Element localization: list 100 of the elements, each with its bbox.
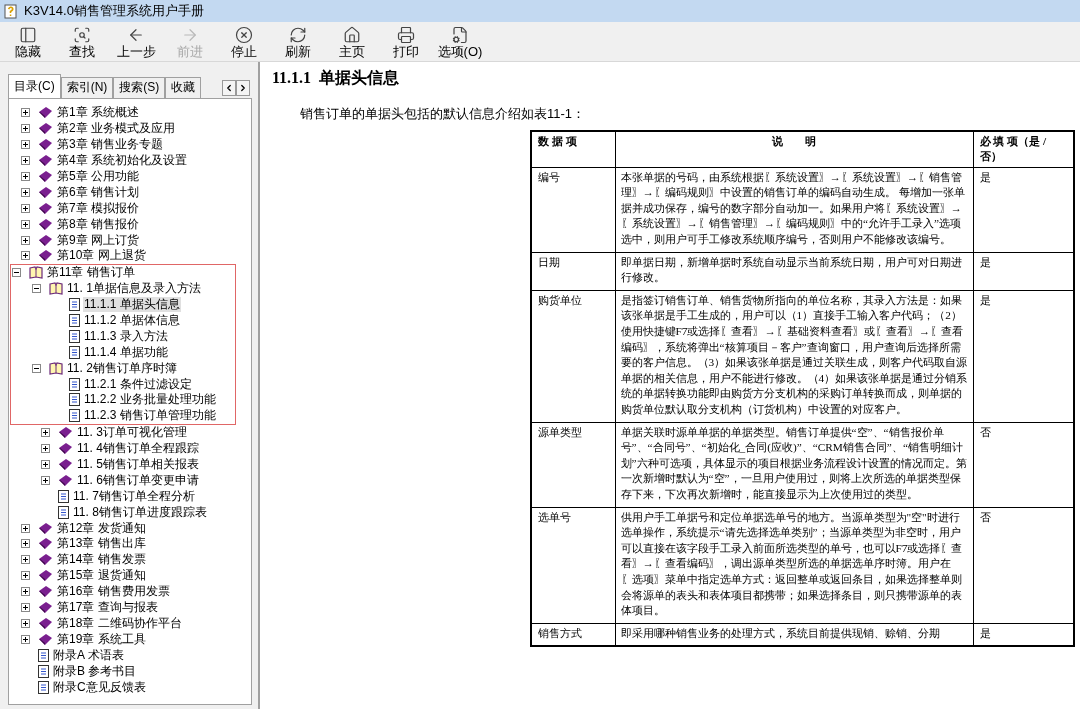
expand-icon[interactable] — [41, 444, 50, 454]
book-icon — [58, 442, 73, 456]
expand-icon[interactable] — [21, 555, 30, 565]
panel-icon — [19, 26, 37, 44]
section-number: 11.1.1 — [272, 68, 312, 88]
expand-icon[interactable] — [21, 523, 30, 533]
tree-item[interactable]: 11.1.2 单据体信息 — [83, 313, 181, 328]
toolbar-button[interactable]: 停止 — [217, 23, 271, 61]
tab-scroll-left[interactable] — [222, 80, 236, 96]
book-icon — [58, 426, 73, 440]
tree-item[interactable]: 第12章 发货通知 — [56, 520, 147, 536]
nav-tab[interactable]: 搜索(S) — [113, 77, 166, 98]
page-icon — [69, 409, 80, 423]
tree-item[interactable]: 第3章 销售业务专题 — [56, 137, 164, 153]
tree-item[interactable]: 11. 6销售订单变更申请 — [76, 472, 200, 488]
tree-item[interactable]: 11.2.3 销售订单管理功能 — [83, 408, 217, 424]
nav-tab[interactable]: 收藏 — [165, 77, 202, 98]
book-icon — [58, 458, 73, 472]
tree-item[interactable]: 第4章 系统初始化及设置 — [56, 153, 188, 169]
expand-icon[interactable] — [41, 428, 50, 438]
expand-icon[interactable] — [41, 475, 50, 485]
tree-item[interactable]: 第14章 销售发票 — [56, 552, 147, 568]
toolbar-button[interactable]: 刷新 — [271, 23, 325, 61]
expand-icon[interactable] — [21, 618, 30, 628]
tree-item[interactable]: 第13章 销售出库 — [56, 536, 147, 552]
toolbar-button[interactable]: 隐藏 — [1, 23, 55, 61]
toolbar-button[interactable]: 选项(O) — [433, 23, 487, 61]
search-icon — [73, 26, 91, 44]
page-icon — [69, 298, 80, 312]
expand-icon[interactable] — [21, 539, 30, 549]
tree-item[interactable]: 第16章 销售费用发票 — [56, 584, 171, 600]
collapse-icon[interactable] — [32, 363, 41, 373]
book-icon — [38, 521, 53, 535]
table-cell: 购货单位 — [531, 290, 615, 423]
tree-item[interactable]: 第2章 业务模式及应用 — [56, 121, 176, 137]
open-book-icon — [29, 266, 43, 280]
tree-item[interactable]: 附录B 参考书目 — [52, 663, 138, 679]
open-book-icon — [49, 282, 63, 296]
window-title: K3V14.0销售管理系统用户手册 — [24, 2, 204, 21]
tree-item[interactable]: 11. 7销售订单全程分析 — [72, 488, 196, 504]
expand-icon[interactable] — [21, 140, 30, 150]
toolbar-button[interactable]: 查找 — [55, 23, 109, 61]
tree-item[interactable]: 11. 2销售订单序时簿 — [66, 360, 178, 376]
tree-item[interactable]: 第1章 系统概述 — [56, 105, 140, 121]
expand-icon[interactable] — [21, 203, 30, 213]
nav-tab[interactable]: 索引(N) — [60, 77, 114, 98]
collapse-icon[interactable] — [12, 268, 21, 278]
tree-item[interactable]: 第15章 退货通知 — [56, 568, 147, 584]
tree-item[interactable]: 第7章 模拟报价 — [56, 200, 140, 216]
tree-item[interactable]: 第11章 销售订单 — [46, 265, 136, 281]
expand-icon[interactable] — [21, 172, 30, 181]
tree-item[interactable]: 第10章 网上退货 — [56, 248, 147, 264]
tree-item[interactable]: 11. 5销售订单相关报表 — [76, 457, 200, 473]
expand-icon[interactable] — [21, 124, 30, 134]
table-cell: 即单据日期，新增单据时系统自动显示当前系统日期，用户可对日期进行修改。 — [615, 252, 973, 291]
nav-tab[interactable]: 目录(C) — [8, 74, 61, 98]
page-icon — [69, 377, 80, 391]
collapse-icon[interactable] — [32, 284, 41, 294]
page-icon — [38, 664, 49, 678]
tree-item[interactable]: 11.1.3 录入方法 — [83, 328, 169, 344]
tab-scroll-right[interactable] — [236, 80, 250, 96]
book-icon — [38, 217, 53, 231]
expand-icon[interactable] — [21, 235, 30, 245]
tree-item[interactable]: 第5章 公用功能 — [56, 169, 140, 184]
table-cell: 供用户手工单据号和定位单据选单号的地方。当源单类型为"空"时进行选单操作，系统提示“请先选择选单类别”；当源单类型为非空时，用户可以直接在该字段手工录入前面所选类型的单号，也可以F7或选择〖查看〗→〖查看编码〗，调出源单类型所选的单据选单序时簿。用户在〖选项〗菜单中指定选单方式：返回整单或返回条目，如果选择整单则会将源单的表头和表体项目都携带；如果选择条目，则只携带源单的表体项目。 — [615, 507, 973, 624]
toolbar-button[interactable]: 上一步 — [109, 23, 163, 61]
expand-icon[interactable] — [21, 251, 30, 261]
expand-icon[interactable] — [41, 460, 50, 470]
tree-item[interactable]: 11. 8销售订单进度跟踪表 — [72, 504, 208, 520]
expand-icon[interactable] — [21, 587, 30, 597]
expand-icon[interactable] — [21, 634, 30, 644]
toolbar-button[interactable]: 主页 — [325, 23, 379, 61]
tree-item[interactable]: 11.1.4 单据功能 — [83, 344, 169, 360]
expand-icon[interactable] — [21, 108, 30, 118]
tree-item[interactable]: 附录A 术语表 — [52, 647, 125, 663]
tree-item[interactable]: 第17章 查询与报表 — [56, 600, 159, 616]
tree-item[interactable]: 第8章 销售报价 — [56, 216, 140, 232]
page-icon — [38, 680, 49, 694]
table-cell: 单据关联时源单单据的单据类型。销售订单提供“空”、“销售报价单号”、“合同号”、“初始化_合同(应收)”、“CRM销售合同”、“销售明细计划”六种可选项，具体显示的项目根据业务流程设计设置的情况而定。第一次新增时默认为“空”，一旦用户使用过，则将上次所选的单据类型保存下来，下次再次新增时，能直接显示为上次使用过的类型。 — [615, 422, 973, 508]
expand-icon[interactable] — [21, 187, 30, 197]
tree-item[interactable]: 11.2.1 条件过滤设定 — [83, 376, 193, 392]
tree-item[interactable]: 第18章 二维码协作平台 — [56, 615, 183, 631]
tree-item[interactable]: 11.1.1 单据头信息 — [83, 297, 181, 313]
tree-item[interactable]: 第19章 系统工具 — [56, 631, 147, 647]
expand-icon[interactable] — [21, 219, 30, 229]
options-icon — [451, 26, 469, 44]
tree-item[interactable]: 第6章 销售计划 — [56, 184, 140, 200]
toolbar-button[interactable]: 打印 — [379, 23, 433, 61]
tree-item[interactable]: 附录C意见反馈表 — [52, 679, 147, 695]
book-icon — [58, 473, 73, 487]
tree-item[interactable]: 第9章 网上订货 — [56, 232, 140, 248]
right-arrow-icon — [181, 26, 199, 44]
refresh-icon — [289, 26, 307, 44]
expand-icon[interactable] — [21, 571, 30, 581]
tree-item[interactable]: 11. 1单据信息及录入方法 — [66, 281, 202, 297]
tree-item[interactable]: 11. 4销售订单全程跟踪 — [76, 441, 200, 457]
expand-icon[interactable] — [21, 603, 30, 613]
tree-item[interactable]: 11. 3订单可视化管理 — [76, 425, 188, 441]
tree-item[interactable]: 11.2.2 业务批量处理功能 — [83, 392, 217, 408]
expand-icon[interactable] — [21, 156, 30, 166]
